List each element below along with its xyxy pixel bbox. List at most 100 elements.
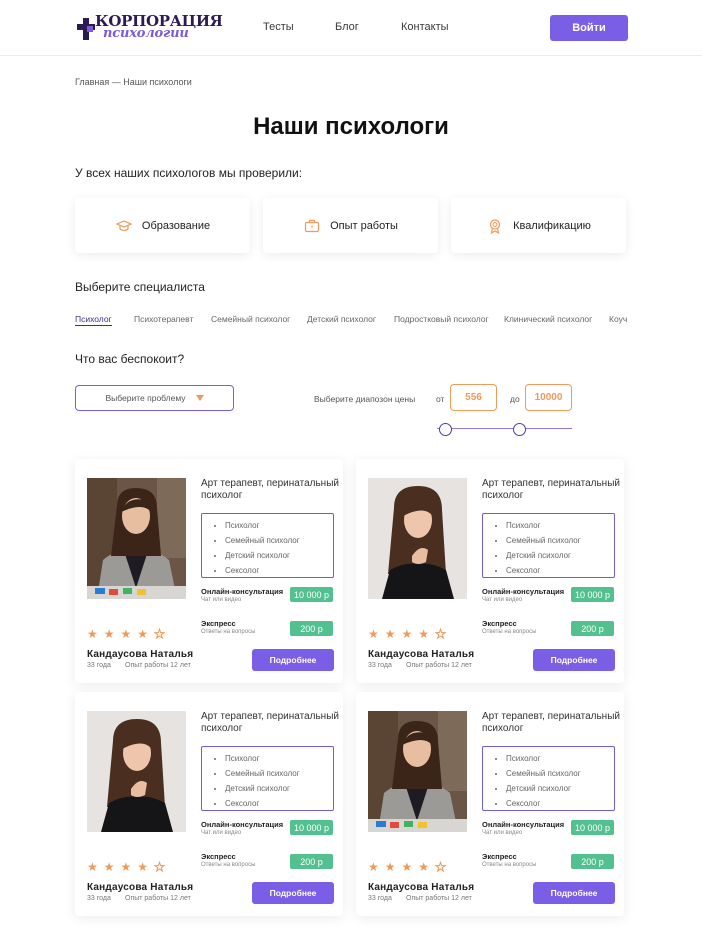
rating-stars: ★ ★ ★ ★ ★ [368,627,447,641]
star-icon: ★ [120,860,132,874]
specialization-item: Психолог [506,751,614,766]
online-price-badge: 10 000 р [290,587,333,602]
specialization-list: ПсихологСемейный психологДетский психоло… [482,746,615,811]
online-price-badge: 10 000 р [571,587,614,602]
price-slider-track[interactable] [437,428,572,429]
psychologist-photo[interactable] [87,478,186,599]
specialization-item: Детский психолог [506,781,614,796]
psychologist-photo[interactable] [368,711,467,832]
star-icon: ★ [384,860,396,874]
online-consultation-label: Онлайн-консультация [201,820,284,829]
star-half-icon: ★ [154,627,166,641]
specialization-item: Детский психолог [506,548,614,563]
specialization-item: Семейный психолог [225,533,333,548]
specialization-item: Психолог [225,518,333,533]
feature-qualification: Квалификацию [451,198,626,253]
nav-link-tests[interactable]: Тесты [263,21,294,33]
tab-clinical-psychologist[interactable]: Клинический психолог [504,314,592,324]
specialization-list: ПсихологСемейный психологДетский психоло… [201,746,334,811]
specialization-list: ПсихологСемейный психологДетский психоло… [482,513,615,578]
express-price-badge: 200 р [290,621,333,636]
login-button[interactable]: Войти [550,15,628,41]
psychologist-name[interactable]: Кандаусова Наталья [87,649,193,660]
star-icon: ★ [418,860,430,874]
rating-stars: ★ ★ ★ ★ ★ [87,860,166,874]
psychologist-age: 33 года [87,895,111,902]
briefcase-icon [303,217,321,235]
graduation-cap-icon [115,217,133,235]
rating-stars: ★ ★ ★ ★ ★ [368,860,446,874]
star-half-icon: ★ [435,627,447,641]
specialization-item: Семейный психолог [225,766,333,781]
price-to-label: до [510,394,520,404]
express-subtitle: Ответы на вопросы [201,629,256,635]
feature-experience: Опыт работы [263,198,438,253]
specialization-item: Детский психолог [225,781,333,796]
specialization-item: Сексолог [225,796,333,811]
psychologist-card: Арт терапевт, перинатальный психолог Пси… [356,459,624,683]
details-button[interactable]: Подробнее [252,649,334,671]
breadcrumb[interactable]: Главная — Наши психологи [75,77,192,87]
tab-psychologist[interactable]: Психолог [75,314,112,326]
express-label: Экспресс [201,619,236,628]
specialization-item: Семейный психолог [506,766,614,781]
psychologist-experience: Опыт работы 12 лет [406,895,472,902]
details-button[interactable]: Подробнее [533,882,615,904]
rating-stars: ★ ★ ★ ★ ★ [87,627,166,641]
price-from-input[interactable]: 556 [450,384,497,411]
star-icon: ★ [137,627,149,641]
psychologist-card: Арт терапевт, перинатальный психолог Пси… [356,692,624,916]
tab-teen-psychologist[interactable]: Подростковый психолог [394,314,489,324]
nav-link-contacts[interactable]: Контакты [401,21,449,33]
tab-psychotherapist[interactable]: Психотерапевт [134,314,193,324]
price-to-input[interactable]: 10000 [525,384,572,411]
star-icon: ★ [103,627,115,641]
psychologist-name[interactable]: Кандаусова Наталья [368,882,474,893]
price-slider-min-handle[interactable] [439,423,452,436]
psychologist-photo[interactable] [368,478,467,599]
specialization-item: Детский психолог [225,548,333,563]
online-consultation-subtitle: Чат или видео [482,597,523,603]
star-icon: ★ [384,627,396,641]
nav-link-blog[interactable]: Блог [335,21,359,33]
express-label: Экспресс [201,852,236,861]
logo-text-sub: психологии [103,26,189,41]
specialization-list: ПсихологСемейный психологДетский психоло… [201,513,334,578]
psychologist-name[interactable]: Кандаусова Наталья [368,649,474,660]
caret-down-icon [195,395,204,401]
star-icon: ★ [120,627,132,641]
feature-label: Образование [141,219,211,232]
details-button[interactable]: Подробнее [252,882,334,904]
price-range-label: Выберите диапозон цены [314,394,416,404]
psychologist-experience: Опыт работы 12 лет [406,662,472,669]
psychologist-age: 33 года [368,662,392,669]
psychologist-photo[interactable] [87,711,186,832]
logo[interactable]: КОРПОРАЦИЯ психологии [77,12,223,44]
tab-child-psychologist[interactable]: Детский психолог [307,314,376,324]
verified-intro: У всех наших психологов мы проверили: [75,166,303,180]
express-price-badge: 200 р [571,854,614,869]
specialization-item: Семейный психолог [506,533,614,548]
online-price-badge: 10 000 р [290,820,333,835]
psychologist-experience: Опыт работы 12 лет [125,895,191,902]
star-icon: ★ [87,860,98,874]
online-consultation-label: Онлайн-консультация [201,587,284,596]
details-button[interactable]: Подробнее [533,649,615,671]
problem-heading: Что вас беспокоит? [75,352,185,366]
psychologist-experience: Опыт работы 12 лет [125,662,191,669]
star-icon: ★ [368,860,379,874]
star-half-icon: ★ [154,860,166,874]
psychologist-name[interactable]: Кандаусова Наталья [87,882,193,893]
online-price-badge: 10 000 р [571,820,614,835]
star-icon: ★ [418,627,430,641]
problem-select[interactable]: Выберите проблему [75,385,234,411]
star-icon: ★ [103,860,115,874]
psychologist-card: Арт терапевт, перинатальный психолог Пси… [75,692,343,916]
express-subtitle: Ответы на вопросы [201,862,256,868]
star-icon: ★ [401,627,413,641]
tab-family-psychologist[interactable]: Семейный психолог [211,314,290,324]
price-slider-max-handle[interactable] [513,423,526,436]
express-label: Экспресс [482,619,517,628]
psychologist-role: Арт терапевт, перинатальный психолог [201,478,339,501]
tab-coach[interactable]: Коуч [609,314,627,324]
